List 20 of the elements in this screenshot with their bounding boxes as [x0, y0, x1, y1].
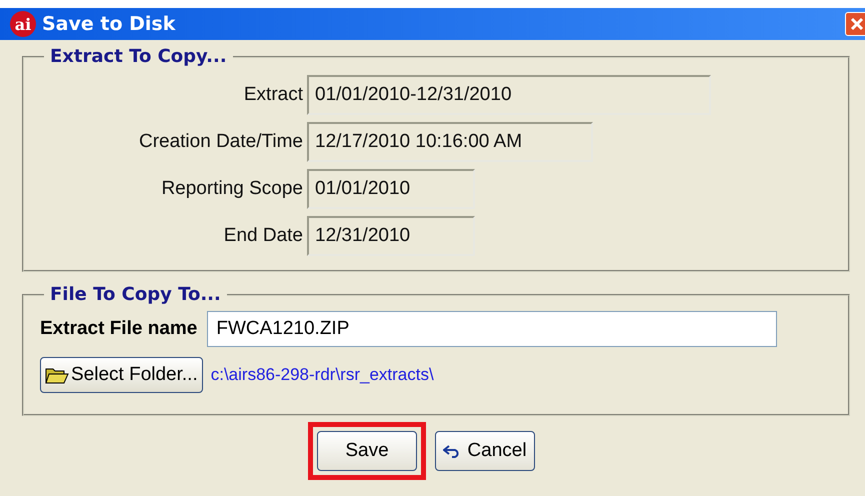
group-title: File To Copy To... — [49, 284, 222, 305]
field-label: Extract File name — [40, 318, 198, 340]
field-label: Reporting Scope — [160, 178, 304, 200]
save-button[interactable]: Save — [317, 431, 417, 471]
select-folder-button[interactable]: Select Folder... — [40, 357, 203, 393]
field-label: Extract — [242, 84, 304, 106]
readonly-field: 01/01/2010-12/31/2010 — [307, 75, 711, 115]
field-label: End Date — [222, 225, 304, 247]
readonly-field: 12/17/2010 10:16:00 AM — [307, 122, 593, 162]
field-label: Creation Date/Time — [138, 131, 304, 153]
file-name-field[interactable]: FWCA1210.ZIP — [207, 311, 778, 347]
close-icon — [850, 17, 864, 31]
window-title: Save to Disk — [42, 13, 176, 35]
group-title: Extract To Copy... — [49, 46, 228, 67]
app-logo: ai — [10, 11, 36, 37]
close-button[interactable] — [845, 12, 865, 36]
readonly-field: 12/31/2010 — [307, 216, 475, 256]
readonly-field: 01/01/2010 — [307, 169, 475, 209]
cancel-button[interactable]: Cancel — [435, 431, 535, 471]
folder-path: c:\airs86-298-rdr\rsr_extracts\ — [210, 365, 434, 385]
